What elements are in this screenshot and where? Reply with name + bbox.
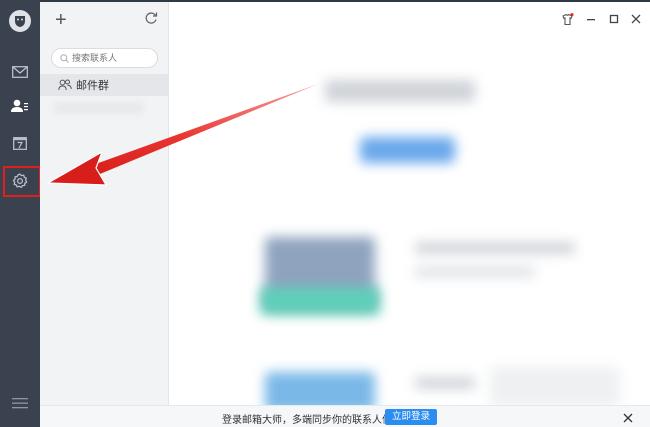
- blurred-text-3: [415, 377, 475, 389]
- group-icon: [58, 79, 72, 91]
- login-prompt-bar: 登录邮箱大师，多端同步你的联系人信息 立即登录: [40, 405, 650, 427]
- close-icon[interactable]: [629, 12, 643, 26]
- main-content-blurred: [170, 2, 650, 405]
- nav-rail: [0, 0, 41, 427]
- app-window: + 邮件群: [0, 0, 650, 427]
- contact-group-item[interactable]: 邮件群: [40, 74, 168, 96]
- contacts-icon[interactable]: [10, 96, 30, 116]
- mail-icon[interactable]: [10, 62, 30, 82]
- search-icon: [60, 54, 69, 63]
- skin-icon[interactable]: [560, 12, 574, 26]
- search-box[interactable]: [51, 48, 158, 68]
- blurred-text-4: [490, 367, 620, 405]
- search-input[interactable]: [72, 51, 154, 65]
- group-label: 邮件群: [76, 80, 109, 92]
- blurred-text-2: [415, 267, 535, 277]
- logo-icon[interactable]: [9, 10, 31, 32]
- login-prompt-text: 登录邮箱大师，多端同步你的联系人信息: [222, 415, 402, 426]
- minimize-icon[interactable]: [584, 12, 598, 26]
- refresh-icon[interactable]: [144, 11, 158, 30]
- menu-icon[interactable]: [12, 396, 28, 414]
- blurred-image-1-base: [260, 287, 380, 315]
- contacts-panel: + 邮件群: [40, 2, 169, 427]
- blurred-text-1: [415, 242, 575, 254]
- blurred-button: [360, 137, 455, 163]
- settings-icon[interactable]: [10, 171, 30, 191]
- blurred-heading: [325, 80, 475, 102]
- blurred-contact-row: [54, 102, 144, 114]
- add-icon[interactable]: +: [55, 10, 67, 30]
- maximize-icon[interactable]: [607, 12, 621, 26]
- calendar-icon[interactable]: [10, 133, 30, 153]
- blurred-image-2: [265, 372, 375, 405]
- close-bar-icon[interactable]: [623, 410, 633, 427]
- login-button[interactable]: 立即登录: [385, 409, 437, 425]
